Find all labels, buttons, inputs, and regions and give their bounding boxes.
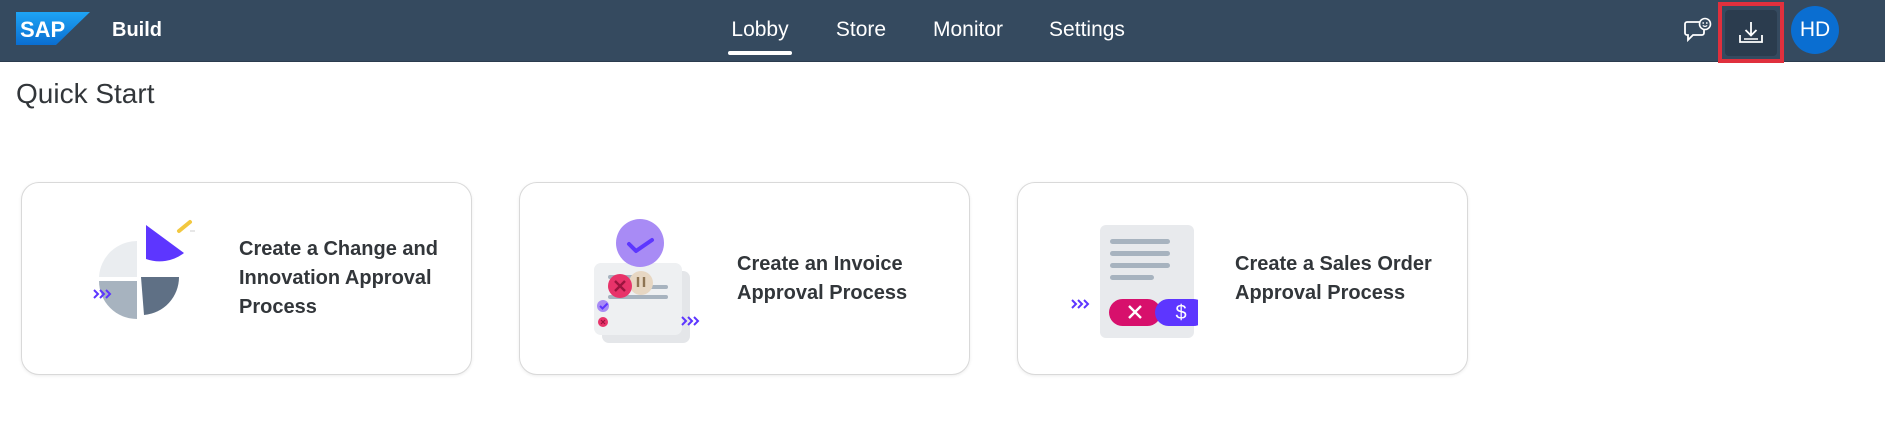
tab-store[interactable]: Store [834, 0, 888, 61]
sap-logo-text: SAP [20, 17, 65, 42]
invoice-illustration [594, 219, 700, 343]
app-title: Build [112, 19, 162, 41]
download-icon [1739, 21, 1763, 43]
pie-chart-illustration [93, 220, 195, 319]
tab-store-label: Store [835, 18, 887, 41]
quick-start-card-invoice[interactable]: Create an Invoice Approval Process [519, 182, 970, 375]
download-button[interactable] [1718, 2, 1784, 63]
active-tab-indicator [728, 51, 792, 55]
feedback-button[interactable] [1676, 8, 1720, 52]
tab-lobby[interactable]: Lobby [728, 0, 792, 61]
tab-settings-label: Settings [1049, 18, 1125, 41]
card-label: Create a Change and Innovation Approval … [239, 238, 438, 318]
tab-monitor-label: Monitor [932, 18, 1004, 41]
feedback-icon [1684, 17, 1712, 43]
tab-lobby-label: Lobby [731, 18, 789, 41]
download-button-surface [1725, 9, 1777, 56]
dollar-icon: $ [1175, 302, 1186, 324]
tab-monitor[interactable]: Monitor [930, 0, 1006, 61]
card-label: Create a Sales Order Approval Process [1235, 252, 1432, 304]
quick-start-card-sales-order[interactable]: $ Create a Sales Order Approval Process [1017, 182, 1468, 375]
page-title: Quick Start [16, 78, 155, 109]
sales-order-illustration: $ [1071, 225, 1198, 338]
shell-bar: SAP Build Lobby Store Monitor Settings H… [0, 0, 1885, 63]
user-avatar[interactable]: HD [1791, 6, 1839, 54]
quick-start-card-change-innovation[interactable]: Create a Change and Innovation Approval … [21, 182, 472, 375]
card-label: Create an Invoice Approval Process [737, 252, 908, 304]
sap-logo[interactable]: SAP [16, 12, 90, 45]
tab-settings[interactable]: Settings [1048, 0, 1126, 61]
